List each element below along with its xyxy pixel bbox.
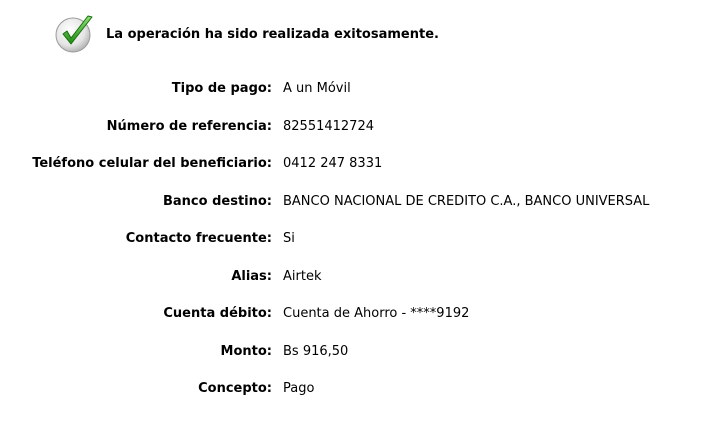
detail-value: Cuenta de Ahorro - ****9192 [283, 306, 470, 322]
detail-value: Bs 916,50 [283, 343, 349, 359]
detail-label: Monto: [220, 343, 272, 359]
detail-label: Teléfono celular del beneficiario: [32, 156, 272, 172]
detail-value: Pago [283, 381, 315, 397]
detail-value: Airtek [283, 268, 322, 284]
detail-row-tipo-pago: Tipo de pago: A un Móvil [0, 70, 712, 108]
detail-value: A un Móvil [283, 81, 351, 97]
checkmark-icon [55, 15, 93, 53]
detail-row-contacto: Contacto frecuente: Si [0, 220, 712, 258]
detail-label: Tipo de pago: [171, 81, 272, 97]
detail-row-cuenta: Cuenta débito: Cuenta de Ahorro - ****91… [0, 295, 712, 333]
detail-row-banco: Banco destino: BANCO NACIONAL DE CREDITO… [0, 183, 712, 221]
detail-label: Concepto: [198, 381, 272, 397]
detail-value: 82551412724 [283, 118, 374, 134]
transaction-details: Tipo de pago: A un Móvil Número de refer… [0, 70, 712, 408]
detail-row-alias: Alias: Airtek [0, 258, 712, 296]
detail-row-referencia: Número de referencia: 82551412724 [0, 108, 712, 146]
detail-label: Alias: [231, 268, 272, 284]
detail-row-telefono: Teléfono celular del beneficiario: 0412 … [0, 145, 712, 183]
detail-value: BANCO NACIONAL DE CREDITO C.A., BANCO UN… [283, 193, 650, 209]
detail-label: Contacto frecuente: [125, 231, 272, 247]
detail-label: Banco destino: [162, 193, 272, 209]
detail-row-monto: Monto: Bs 916,50 [0, 333, 712, 371]
detail-row-concepto: Concepto: Pago [0, 370, 712, 408]
detail-value: Si [283, 231, 295, 247]
success-banner: La operación ha sido realizada exitosame… [54, 12, 439, 56]
detail-value: 0412 247 8331 [283, 156, 383, 172]
detail-label: Número de referencia: [106, 118, 272, 134]
success-message: La operación ha sido realizada exitosame… [106, 26, 439, 42]
detail-label: Cuenta débito: [163, 306, 272, 322]
